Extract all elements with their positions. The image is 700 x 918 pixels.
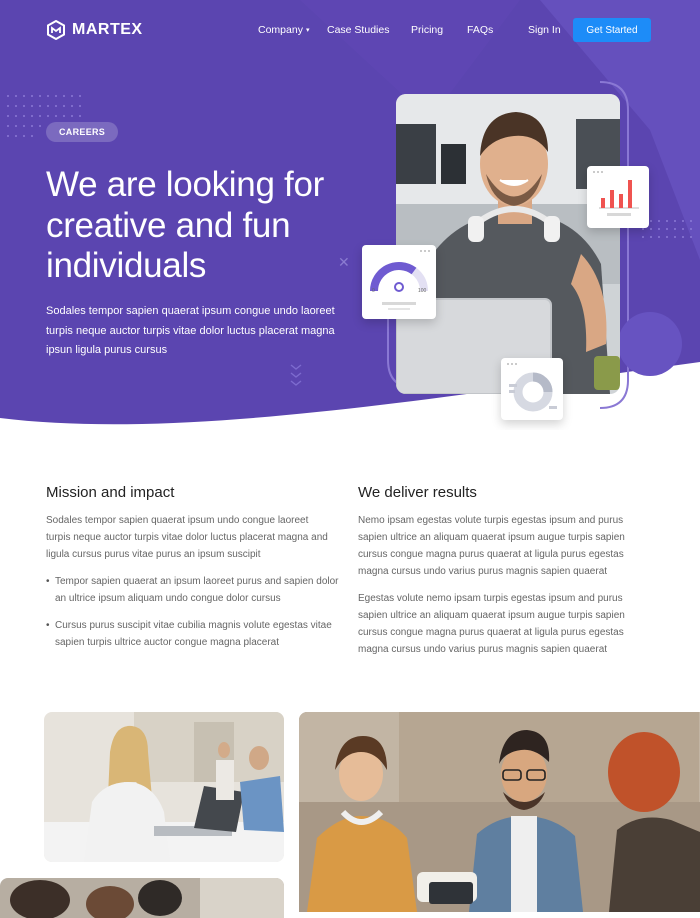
donut-chart-card (501, 358, 563, 420)
mission-title: Mission and impact (46, 484, 175, 501)
close-x-decoration-icon: ✕ (338, 254, 350, 270)
careers-badge: CAREERS (46, 122, 119, 142)
hero-photo-man-with-laptop (396, 94, 620, 394)
photo-woman-with-laptop (44, 712, 284, 862)
nav-case-studies[interactable]: Case Studies (327, 24, 389, 36)
logo-icon (47, 20, 65, 40)
brand-logo[interactable]: MARTEX (46, 20, 143, 40)
results-title: We deliver results (358, 484, 477, 501)
nav-company[interactable]: Company ▾ (258, 24, 309, 36)
results-paragraph-2: Egestas volute nemo ipsam turpis egestas… (358, 593, 625, 655)
photo-bottom-strip (0, 878, 284, 918)
dot-grid-right-decoration (642, 220, 692, 238)
brand-name: MARTEX (72, 21, 143, 38)
card-menu-dots (593, 171, 603, 173)
bar-chart-card (587, 166, 649, 228)
hero-photo-illustration (396, 94, 620, 394)
hero-section: MARTEX Company ▾ Case Studies Pricing FAQ… (0, 0, 700, 430)
nav-pricing[interactable]: Pricing (411, 24, 443, 36)
hero-subtext: Sodales tempor sapien quaerat ipsum cong… (46, 305, 335, 356)
get-started-button[interactable]: Get Started (573, 18, 651, 42)
gauge-min-label: 0 (372, 288, 375, 294)
gauge-icon (370, 262, 428, 310)
mission-bullet-1: Tempor sapien quaerat an ipsum laoreet p… (46, 573, 339, 607)
team-photo-illustration (299, 712, 700, 912)
results-paragraph-1: Nemo ipsam egestas volute turpis egestas… (358, 515, 625, 577)
mission-bullet-2: Cursus purus suscipit vitae cubilia magn… (46, 617, 339, 651)
gauge-card: 0 100 (362, 245, 436, 319)
bar-chart-icon (599, 180, 639, 216)
photo-team-meeting (299, 712, 700, 912)
circle-decoration (618, 312, 682, 376)
gauge-max-label: 100 (418, 288, 427, 294)
chevron-down-icon: ▾ (305, 27, 310, 35)
chevrons-down-decoration-icon (290, 364, 302, 386)
bottom-photo-illustration (0, 878, 284, 918)
nav-faqs[interactable]: FAQs (467, 24, 493, 36)
sign-in-link[interactable]: Sign In (528, 24, 561, 36)
nav-company-label: Company (258, 24, 303, 36)
card-menu-dots (507, 363, 517, 365)
donut-chart-icon (509, 372, 557, 412)
hero-headline: We are looking for creative and fun indi… (46, 165, 324, 285)
card-menu-dots (420, 250, 430, 252)
office-photo-illustration (44, 712, 284, 862)
mission-paragraph: Sodales tempor sapien quaerat ipsum undo… (46, 515, 328, 560)
